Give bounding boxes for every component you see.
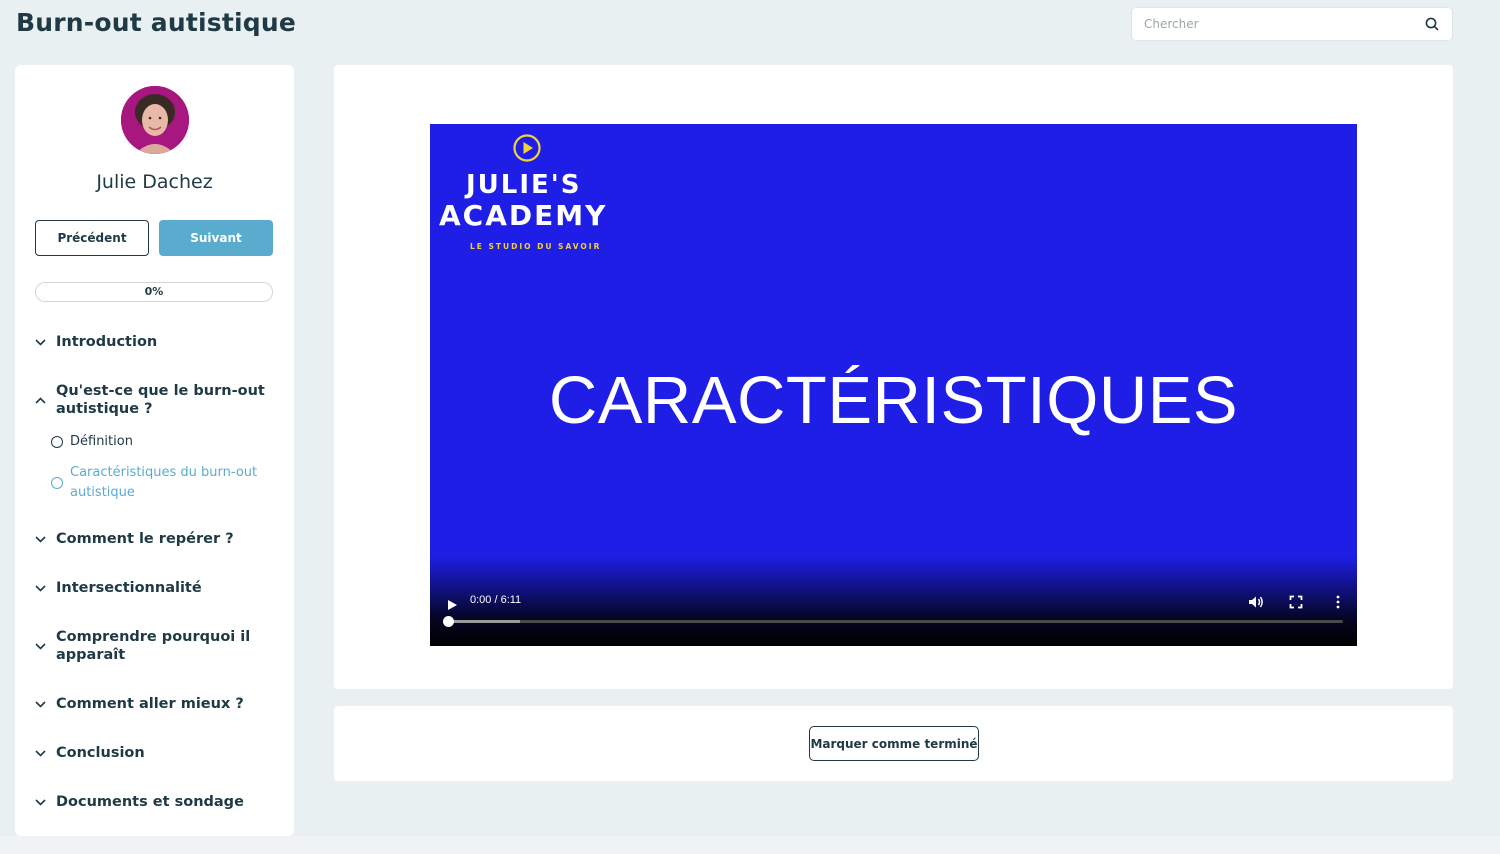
section-introduction[interactable]: Introduction	[35, 333, 280, 351]
instructor-name: Julie Dachez	[96, 171, 213, 193]
chevron-up-icon	[35, 396, 53, 404]
play-icon[interactable]	[446, 596, 458, 610]
section-label: Documents et sondage	[56, 794, 244, 810]
play-circle-icon	[512, 133, 542, 167]
section-intersectionality[interactable]: Intersectionnalité	[35, 579, 280, 597]
search-box[interactable]	[1131, 7, 1453, 41]
video-seek-bar[interactable]	[443, 616, 1343, 627]
lesson-label: Caractéristiques du burn-out autistique	[70, 465, 258, 500]
video-controls: 0:00 / 6:11	[430, 556, 1357, 646]
search-icon[interactable]	[1424, 16, 1440, 32]
lesson-status-circle-icon	[51, 436, 63, 448]
course-progress-bar: 0%	[35, 282, 273, 302]
page-title: Burn-out autistique	[16, 8, 297, 37]
chevron-down-icon	[35, 584, 53, 592]
logo-text-line1: JULIE'S	[466, 170, 582, 200]
lesson-label: Définition	[70, 434, 133, 449]
search-input[interactable]	[1144, 17, 1424, 31]
lesson-action-card: Marquer comme terminé	[334, 706, 1453, 781]
mark-complete-button[interactable]: Marquer comme terminé	[809, 726, 979, 761]
chevron-down-icon	[35, 642, 53, 650]
logo-text-line2: ACADEMY	[439, 199, 608, 232]
previous-button[interactable]: Précédent	[35, 220, 149, 256]
section-label: Qu'est-ce que le burn-out autistique ?	[56, 383, 265, 417]
chevron-down-icon	[35, 338, 53, 346]
video-player[interactable]: JULIE'S ACADEMY LE STUDIO DU SAVOIR CARA…	[430, 124, 1357, 646]
section-what-is-burnout[interactable]: Qu'est-ce que le burn-out autistique ?	[35, 382, 280, 418]
avatar	[121, 86, 189, 154]
page-bottom-strip	[0, 836, 1500, 854]
section-label: Introduction	[56, 334, 158, 350]
section-label: Intersectionnalité	[56, 580, 202, 596]
seek-thumb[interactable]	[443, 616, 454, 627]
more-options-icon[interactable]	[1335, 594, 1341, 613]
section-documents[interactable]: Documents et sondage	[35, 793, 280, 811]
logo-tagline: LE STUDIO DU SAVOIR	[470, 242, 602, 251]
section-label: Comprendre pourquoi il apparaît	[56, 629, 251, 663]
seek-buffer	[448, 620, 520, 623]
section-conclusion[interactable]: Conclusion	[35, 744, 280, 762]
lesson-definition[interactable]: Définition	[51, 432, 281, 452]
video-slide-title: CARACTÉRISTIQUES	[548, 363, 1239, 438]
chevron-down-icon	[35, 535, 53, 543]
chevron-down-icon	[35, 798, 53, 806]
course-sidebar: Julie Dachez Précédent Suivant 0% Introd…	[15, 65, 294, 836]
volume-icon[interactable]	[1248, 594, 1264, 613]
video-time: 0:00 / 6:11	[470, 594, 522, 606]
lesson-characteristics[interactable]: Caractéristiques du burn-out autistique	[51, 463, 281, 503]
section-label: Comment le repérer ?	[56, 531, 234, 547]
section-understand-why[interactable]: Comprendre pourquoi il apparaît	[35, 628, 280, 664]
section-how-to-spot[interactable]: Comment le repérer ?	[35, 530, 280, 548]
chevron-down-icon	[35, 749, 53, 757]
lesson-status-circle-icon	[51, 477, 63, 489]
next-button[interactable]: Suivant	[159, 220, 273, 256]
lesson-content-card: JULIE'S ACADEMY LE STUDIO DU SAVOIR CARA…	[334, 65, 1453, 689]
section-how-to-feel-better[interactable]: Comment aller mieux ?	[35, 695, 280, 713]
section-label: Comment aller mieux ?	[56, 696, 244, 712]
fullscreen-icon[interactable]	[1289, 594, 1303, 613]
progress-label: 0%	[144, 285, 164, 298]
section-label: Conclusion	[56, 745, 145, 761]
chevron-down-icon	[35, 700, 53, 708]
